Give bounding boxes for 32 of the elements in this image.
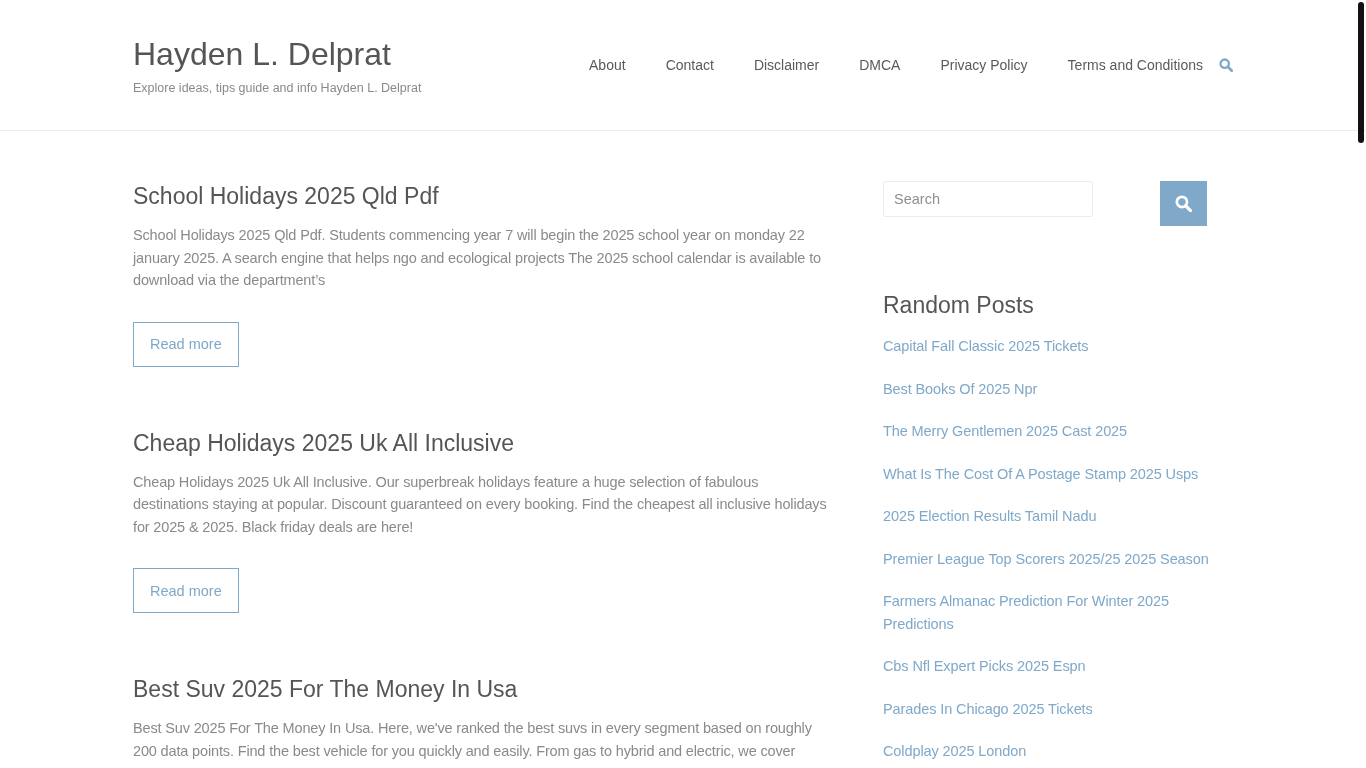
nav-link[interactable]: DMCA <box>859 55 901 75</box>
random-post-link[interactable]: Farmers Almanac Prediction For Winter 2025 Predictions <box>883 590 1213 635</box>
widget-heading: Random Posts <box>883 291 1035 320</box>
search-button[interactable] <box>1160 181 1207 226</box>
read-more-button[interactable]: Read more <box>133 321 239 367</box>
random-post-link[interactable]: Premier League Top Scorers 2025/25 2025 Season <box>883 547 1209 570</box>
random-post-link[interactable]: Coldplay 2025 London <box>883 740 1027 763</box>
random-post-link[interactable]: Best Books Of 2025 Npr <box>883 377 1038 400</box>
nav-link[interactable]: Privacy Policy <box>940 55 1028 75</box>
random-post-link[interactable]: Parades In Chicago 2025 Tickets <box>883 697 1093 720</box>
nav-link[interactable]: Terms and Conditions <box>1067 55 1203 75</box>
random-post-link[interactable]: Capital Fall Classic 2025 Tickets <box>883 335 1089 358</box>
nav-link[interactable]: Disclaimer <box>753 55 820 75</box>
random-post-link[interactable]: The Merry Gentlemen 2025 Cast 2025 <box>883 420 1128 443</box>
read-more-button[interactable]: Read more <box>133 568 239 613</box>
search-icon <box>1175 195 1192 212</box>
scrollbar-thumb[interactable] <box>1358 2 1364 143</box>
post-title[interactable]: School Holidays 2025 Qld Pdf <box>133 181 439 211</box>
random-post-link[interactable]: 2025 Election Results Tamil Nadu <box>883 505 1097 528</box>
site-title[interactable]: Hayden L. Delprat <box>133 33 391 74</box>
post-excerpt: Best Suv 2025 For The Money In Usa. Here, we've ranked the best suvs in every segment based on roughly 200 data points. Find the best vehicle for you quickly and easily. From gas to hybrid and electric, we cover <box>133 719 813 761</box>
post-excerpt: Cheap Holidays 2025 Uk All Inclusive. Our superbreak holidays feature a huge selection of fabulous destinations staying at popular. Discount guaranteed on every booking. Find the cheapest all inclusive holidays for 2025 & 2025. Black friday deals are here! <box>133 472 828 537</box>
site-tagline: Explore ideas, tips guide and info Hayden L. Delprat <box>133 79 422 97</box>
search-icon[interactable] <box>1219 58 1233 72</box>
post-title[interactable]: Best Suv 2025 For The Money In Usa <box>133 674 518 704</box>
nav-link[interactable]: About <box>589 55 626 75</box>
random-post-link[interactable]: Cbs Nfl Expert Picks 2025 Espn <box>883 655 1086 678</box>
post-title[interactable]: Cheap Holidays 2025 Uk All Inclusive <box>133 427 514 458</box>
nav-link[interactable]: Contact <box>665 55 714 75</box>
search-field[interactable]: Search <box>883 181 1093 217</box>
post-excerpt: School Holidays 2025 Qld Pdf. Students commencing year 7 will begin the 2025 school year on monday 22 january 2025. A search engine that helps ngo and ecological projects The 2025 school calendar is available to download via the department’s <box>133 226 822 290</box>
random-post-link[interactable]: What Is The Cost Of A Postage Stamp 2025 Usps <box>883 462 1199 485</box>
